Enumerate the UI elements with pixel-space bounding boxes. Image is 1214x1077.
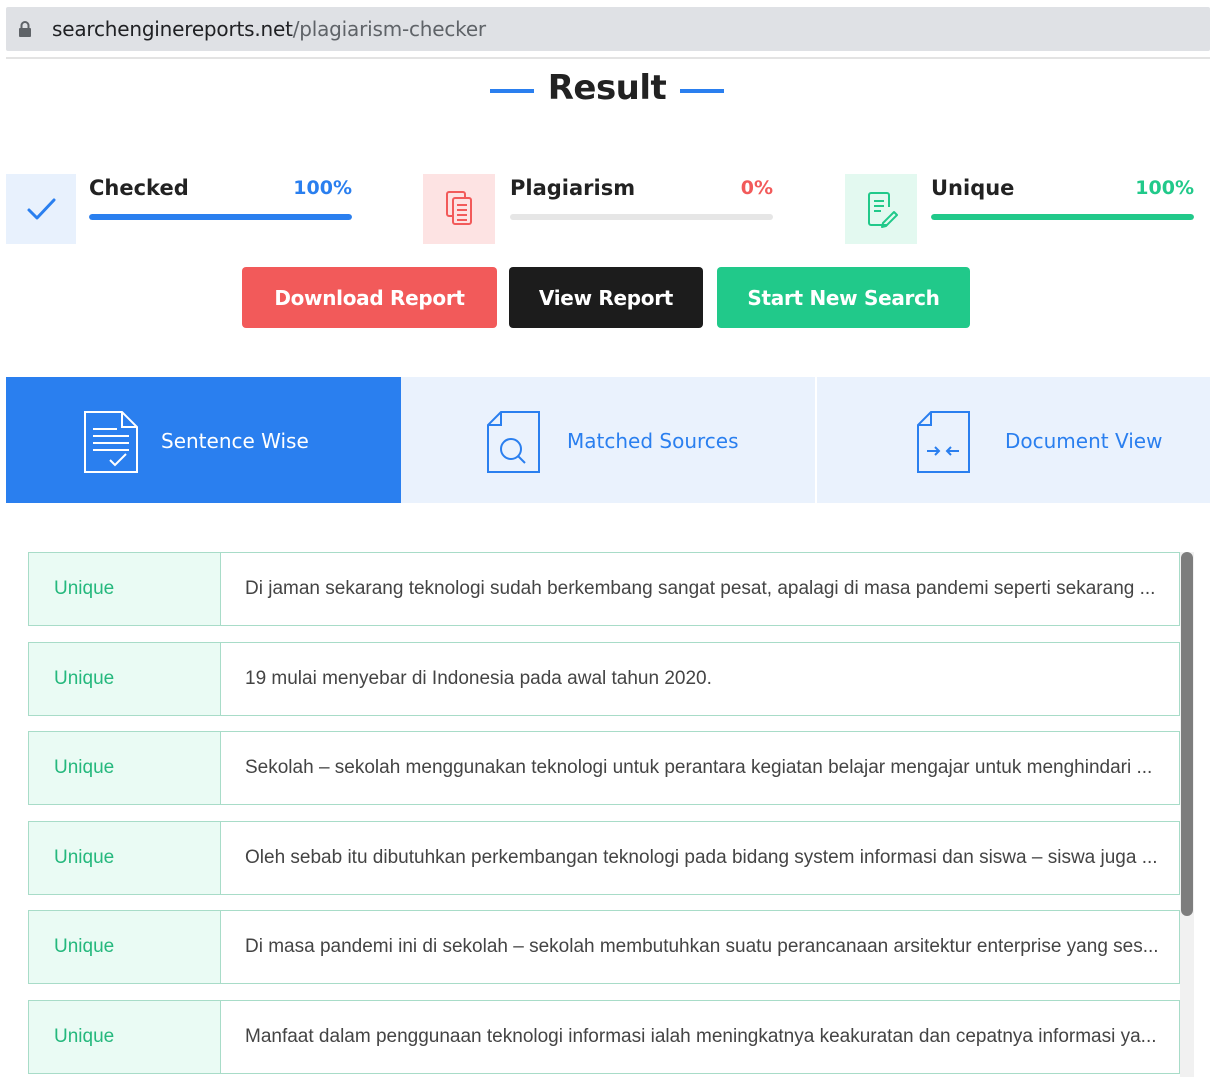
result-title: Result [547,68,667,108]
start-new-search-button[interactable]: Start New Search [717,267,970,328]
status-badge: Unique [29,643,221,715]
url-path: /plagiarism-checker [292,17,486,41]
title-dash-left [489,88,534,93]
download-report-button[interactable]: Download Report [242,267,497,328]
view-tabs: Sentence Wise Matched Sources Document V… [6,377,1210,503]
divider [6,57,1210,59]
result-heading: Result [0,68,1214,108]
sentence-content: Manfaat dalam penggunaan teknologi infor… [245,1026,1157,1047]
stat-checked: Checked 100% [6,173,352,244]
stat-percent: 100% [293,177,352,199]
progress-bar [931,214,1194,220]
tab-sentence-wise[interactable]: Sentence Wise [6,377,401,503]
stat-percent: 100% [1135,177,1194,199]
tab-label: Matched Sources [567,429,739,453]
stat-label: Checked [89,176,189,200]
status-badge: Unique [29,822,221,894]
sentence-text: Oleh sebab itu dibutuhkan perkembangan t… [221,822,1179,894]
search-document-icon [487,411,540,473]
edit-document-icon [845,174,917,244]
status-badge: Unique [29,1001,221,1073]
stat-percent: 0% [740,177,773,199]
sentence-content: Di jaman sekarang teknologi sudah berkem… [245,578,1156,599]
view-report-button[interactable]: View Report [509,267,703,328]
stat-unique: Unique 100% [845,173,1194,244]
sentence-content: 19 mulai menyebar di Indonesia pada awal… [245,668,712,689]
scrollbar-thumb[interactable] [1181,552,1193,916]
lock-icon [19,21,31,37]
stat-plagiarism: Plagiarism 0% [423,173,773,244]
address-bar[interactable]: searchenginereports.net/plagiarism-check… [6,7,1210,51]
tab-label: Sentence Wise [161,429,309,453]
progress-fill [89,214,352,220]
sentence-content: Oleh sebab itu dibutuhkan perkembangan t… [245,847,1158,868]
title-dash-right [680,88,725,93]
sentence-text: Di masa pandemi ini di sekolah – sekolah… [221,911,1179,983]
url-text: searchenginereports.net/plagiarism-check… [52,17,486,41]
tab-document-view[interactable]: Document View [817,377,1210,503]
check-icon [6,174,76,244]
url-host: searchenginereports.net [52,17,293,41]
tab-matched-sources[interactable]: Matched Sources [401,377,817,503]
status-badge: Unique [29,732,221,804]
compare-document-icon [917,411,970,473]
sentence-content: Di masa pandemi ini di sekolah – sekolah… [245,936,1159,957]
documents-icon [423,174,495,244]
progress-bar [89,214,352,220]
sentence-document-icon [84,411,138,473]
progress-fill [931,214,1194,220]
table-row[interactable]: Unique Oleh sebab itu dibutuhkan perkemb… [28,821,1180,895]
sentence-text: Sekolah – sekolah menggunakan teknologi … [221,732,1179,804]
sentence-results-list: Unique Di jaman sekarang teknologi sudah… [28,552,1180,1077]
table-row[interactable]: Unique Manfaat dalam penggunaan teknolog… [28,1000,1180,1074]
table-row[interactable]: Unique 19 mulai menyebar di Indonesia pa… [28,642,1180,716]
table-row[interactable]: Unique Sekolah – sekolah menggunakan tek… [28,731,1180,805]
table-row[interactable]: Unique Di masa pandemi ini di sekolah – … [28,910,1180,984]
sentence-text: 19 mulai menyebar di Indonesia pada awal… [221,643,1179,715]
progress-bar [510,214,773,220]
stat-label: Unique [931,176,1015,200]
sentence-text: Di jaman sekarang teknologi sudah berkem… [221,553,1179,625]
status-badge: Unique [29,911,221,983]
sentence-text: Manfaat dalam penggunaan teknologi infor… [221,1001,1179,1073]
stat-label: Plagiarism [510,176,636,200]
tab-label: Document View [1005,429,1163,453]
status-badge: Unique [29,553,221,625]
sentence-content: Sekolah – sekolah menggunakan teknologi … [245,757,1153,778]
table-row[interactable]: Unique Di jaman sekarang teknologi sudah… [28,552,1180,626]
